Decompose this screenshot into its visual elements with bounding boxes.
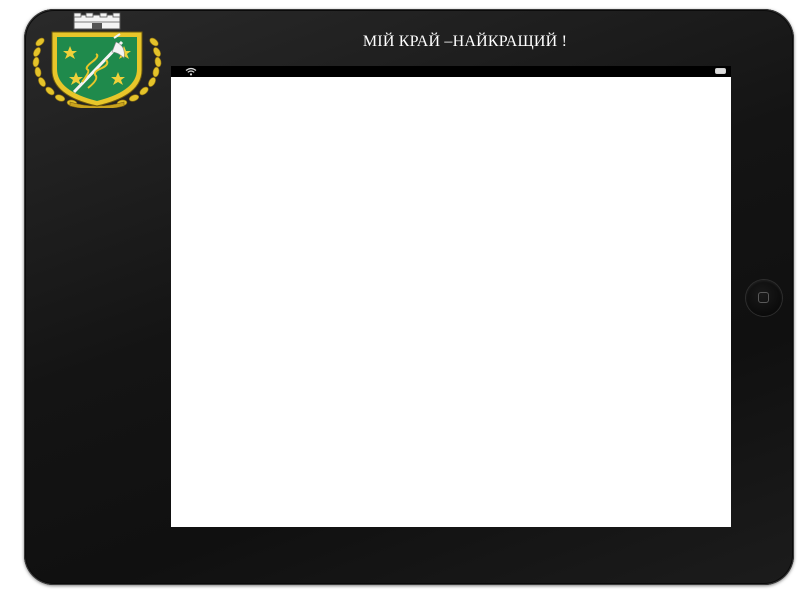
wifi-icon	[185, 67, 197, 76]
battery-icon	[715, 68, 726, 74]
home-square-icon	[758, 292, 769, 303]
status-bar	[171, 66, 731, 77]
tablet-screen[interactable]	[171, 66, 731, 527]
page-title: МІЙ КРАЙ –НАЙКРАЩИЙ !	[362, 33, 568, 50]
home-button[interactable]	[746, 280, 782, 316]
crown-icon	[73, 12, 121, 30]
coat-of-arms-icon	[32, 12, 162, 108]
